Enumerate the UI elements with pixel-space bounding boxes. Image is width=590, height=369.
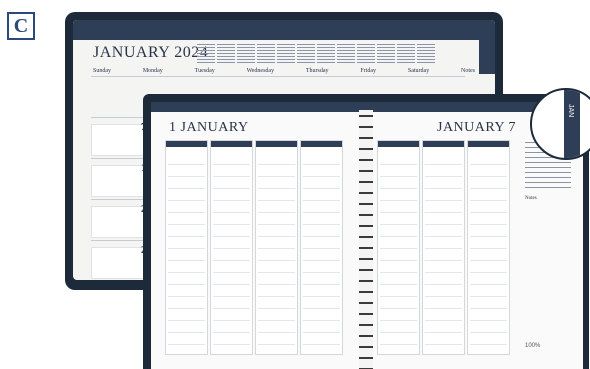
day-column-friday — [377, 140, 420, 355]
magnified-tab-text: JAN — [567, 104, 574, 118]
back-planner-header-bar — [73, 20, 495, 40]
back-planner-title: JANUARY 2024 — [93, 44, 209, 61]
left-day-columns — [165, 140, 343, 355]
front-planner-page: 1 JANUARY JANUARY 7 Notes 100% — [151, 102, 583, 369]
day-column-wednesday — [255, 140, 298, 355]
magnified-tab — [564, 90, 580, 158]
day-column-tuesday — [210, 140, 253, 355]
front-title-right: JANUARY 7 — [437, 120, 517, 135]
front-title-left: 1 JANUARY — [169, 120, 249, 135]
mini-calendars — [197, 44, 435, 64]
panel-label: C — [7, 12, 35, 40]
day-column-sunday — [467, 140, 510, 355]
month-tab — [479, 28, 495, 74]
back-day-headers: Sunday Monday Tuesday Wednesday Thursday… — [93, 68, 475, 74]
side-notes-label: Notes — [525, 196, 537, 201]
day-column-saturday — [422, 140, 465, 355]
side-panel: Notes 100% — [525, 142, 573, 349]
spiral-binding — [359, 110, 373, 369]
day-column-monday — [165, 140, 208, 355]
right-day-columns — [377, 140, 510, 355]
day-column-thursday — [300, 140, 343, 355]
front-planner-weekly: 1 JANUARY JANUARY 7 Notes 100% — [143, 94, 589, 369]
brand-mark: 100% — [525, 343, 541, 349]
